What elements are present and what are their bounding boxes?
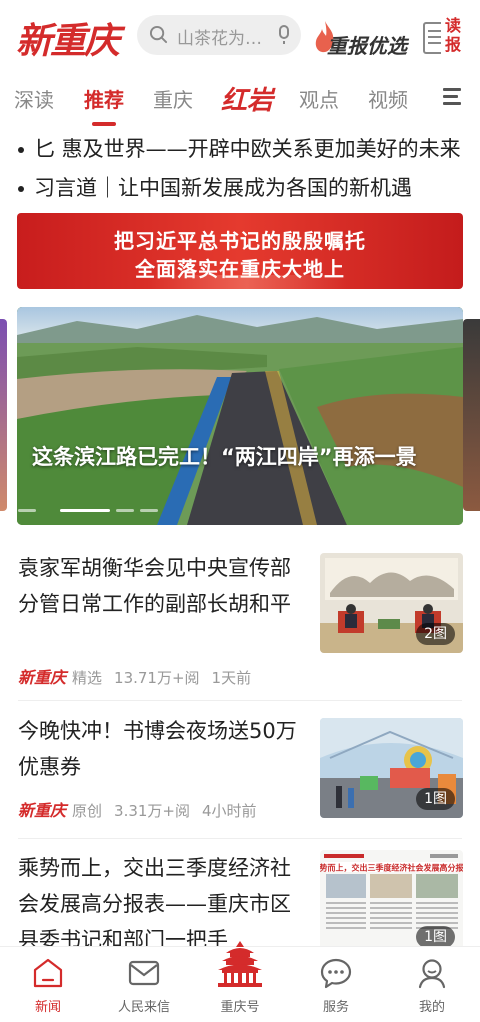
top-bar: 新重庆 山茶花为… 重报优选 读报 [0,0,480,72]
svg-text:乘势而上，交出三季度经济社会发展高分报表: 乘势而上，交出三季度经济社会发展高分报表 [320,863,463,873]
menu-icon[interactable] [443,88,461,106]
tab-tuijian[interactable]: 推荐 [84,84,124,113]
news-title: 乘势而上，交出三季度经济社会发展高分报表——重庆市区县委书记和部门一把手 [18,856,291,946]
news-thumbnail: 乘势而上，交出三季度经济社会发展高分报表 1图 [320,850,463,946]
app-logo: 新重庆 [16,20,120,62]
channel-tabs: 深读 推荐 重庆 红岩 观点 视频 [0,72,480,126]
tab-shipin[interactable]: 视频 [368,84,408,113]
read-paper-button[interactable]: 读报 [423,16,465,56]
active-tab-indicator [92,122,116,126]
youxuan-button[interactable]: 重报优选 [314,20,414,58]
news-source-logo: 新重庆 [18,801,67,820]
home-icon [33,958,63,988]
tab-hongyan[interactable]: 红岩 [221,80,273,117]
user-icon [418,959,446,989]
news-meta: 新重庆 精选 13.71万+阅 1天前 [18,668,252,687]
tab-shendu[interactable]: 深读 [14,84,54,113]
nav-people-letters[interactable]: 人民来信 [96,947,192,1022]
chat-bubble-icon [320,958,352,989]
news-source-logo: 新重庆 [18,668,67,687]
news-item[interactable]: 袁家军胡衡华会见中央宣传部分管日常工作的副部长胡和平 2图 新重庆 精选 13.71… [0,550,480,700]
promo-banner[interactable]: 把习近平总书记的殷殷嘱托 全面落实在重庆大地上 [17,213,463,289]
image-count-badge: 1图 [416,788,455,810]
news-item[interactable]: 乘势而上，交出三季度经济社会发展高分报表——重庆市区县委书记和部门一把手 乘势而… [0,850,480,946]
nav-mine[interactable]: 我的 [384,947,480,1022]
search-icon [149,25,168,44]
mail-icon [128,960,160,986]
nav-chongqing-hao[interactable]: 重庆号 [192,941,288,1022]
hero-carousel[interactable]: 这条滨江路已完工！“两江四岸”再添一景 [17,307,463,525]
nav-news[interactable]: 新闻 [0,947,96,1022]
read-paper-label: 读报 [441,16,465,56]
pavilion-icon [218,941,262,987]
news-thumbnail: 2图 [320,553,463,653]
youxuan-label: 重报优选 [327,34,407,58]
divider [18,700,462,701]
carousel-prev-peek[interactable] [0,319,7,511]
tab-guandian[interactable]: 观点 [299,84,339,113]
news-thumbnail: 1图 [320,718,463,818]
banner-line-1: 把习近平总书记的殷殷嘱托 [114,229,366,253]
image-count-badge: 2图 [416,623,455,645]
news-title: 今晚快冲！书博会夜场送50万优惠券 [18,719,297,779]
search-bar[interactable]: 山茶花为… [137,15,301,55]
tab-chongqing[interactable]: 重庆 [153,84,193,113]
news-meta: 新重庆 原创 3.31万+阅 4小时前 [18,801,257,820]
microphone-icon[interactable] [277,25,291,45]
search-placeholder: 山茶花为… [177,29,262,49]
hero-caption: 这条滨江路已完工！“两江四岸”再添一景 [32,445,417,469]
ticker-item[interactable]: 匕 惠及世界——开辟中欧关系更加美好的未来 [16,133,466,163]
image-count-badge: 1图 [416,926,455,946]
news-item[interactable]: 今晚快冲！书博会夜场送50万优惠券 1图 新重庆 原创 3.31万+阅 4小时前 [0,713,480,831]
carousel-next-peek[interactable] [463,319,480,511]
ticker-item[interactable]: 习言道｜让中国新发展成为各国的新机遇 [16,172,466,202]
hero-image [17,307,463,525]
divider [18,838,462,839]
news-title: 袁家军胡衡华会见中央宣传部分管日常工作的副部长胡和平 [18,556,291,616]
bottom-navigation: 新闻 人民来信 重庆号 服务 我的 [0,941,480,1022]
carousel-indicator [18,509,158,512]
nav-service[interactable]: 服务 [288,947,384,1022]
